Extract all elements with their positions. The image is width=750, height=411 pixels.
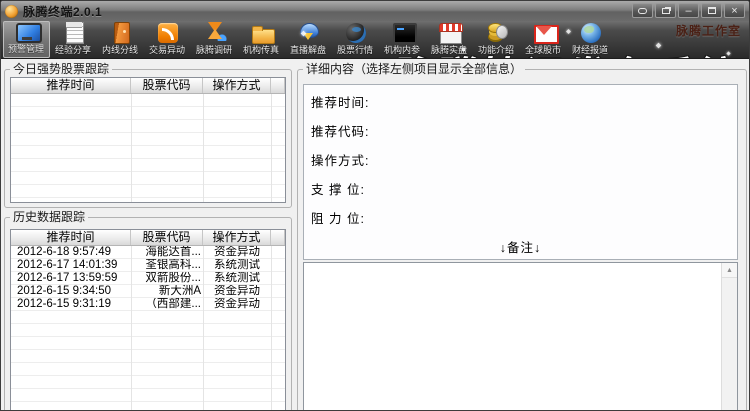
- note-scrollbar[interactable]: ▲: [721, 263, 737, 411]
- chat-button[interactable]: [632, 3, 653, 18]
- field-recommend-code: 推荐代码:: [304, 119, 737, 148]
- column-header-action[interactable]: 操作方式: [203, 230, 271, 245]
- sync-icon: [296, 21, 322, 41]
- watermark-text: 脉腾快讯发布系统: [387, 44, 731, 59]
- document-icon: [61, 21, 87, 41]
- rss-icon: [155, 21, 181, 41]
- table-row[interactable]: 2012-6-17 13:59:59 双箭股份... 系统测试: [11, 272, 285, 285]
- history-tracking-panel: 历史数据跟踪 推荐时间 股票代码 操作方式 2012-6-18 9:57:49 …: [4, 217, 292, 411]
- history-table: 推荐时间 股票代码 操作方式 2012-6-18 9:57:49 海能达首...…: [10, 229, 286, 411]
- table-row[interactable]: 2012-6-15 9:31:19 （西部建... 资金异动: [11, 298, 285, 311]
- app-logo-icon: [5, 5, 18, 18]
- maximize-button[interactable]: [701, 3, 722, 18]
- today-table-body: [11, 94, 285, 203]
- history-table-header: 推荐时间 股票代码 操作方式: [11, 230, 285, 246]
- note-textarea[interactable]: ▲: [303, 262, 738, 411]
- restore-button[interactable]: [655, 3, 676, 18]
- mail-icon: [531, 21, 557, 41]
- table-row[interactable]: 2012-6-17 14:01:39 荃银高科... 系统测试: [11, 259, 285, 272]
- book-icon: [108, 21, 134, 41]
- column-header-action[interactable]: 操作方式: [203, 78, 271, 93]
- field-operation-mode: 操作方式:: [304, 148, 737, 177]
- history-table-body: 2012-6-18 9:57:49 海能达首... 资金异动 2012-6-17…: [11, 246, 285, 411]
- hourglass-globe-icon: [202, 21, 228, 41]
- app-window: 脉腾终端2.0.1 – × 预警管理 经验分享 内线分线 交易异动 脉腾调: [0, 0, 750, 411]
- scrollbar-up-icon[interactable]: ▲: [722, 263, 737, 278]
- detail-fields-box: 推荐时间: 推荐代码: 操作方式: 支 撑 位: 阻 力 位: ↓备注↓: [303, 84, 738, 260]
- monitor-icon: [14, 22, 40, 40]
- window-title: 脉腾终端2.0.1: [23, 3, 102, 20]
- field-support-level: 支 撑 位:: [304, 177, 737, 206]
- field-recommend-time: 推荐时间:: [304, 90, 737, 119]
- today-tracking-panel: 今日强势股票跟踪 推荐时间 股票代码 操作方式: [4, 69, 292, 208]
- toolbar-item-alert-management[interactable]: 预警管理: [3, 21, 50, 58]
- toolbar-item-stock-quotes[interactable]: 股票行情: [332, 21, 379, 58]
- detail-panel: 详细内容（选择左侧项目显示全部信息） 推荐时间: 推荐代码: 操作方式: 支 撑…: [297, 69, 747, 411]
- column-header-code[interactable]: 股票代码: [131, 230, 203, 245]
- field-resistance-level: 阻 力 位:: [304, 206, 737, 235]
- maximize-icon: [708, 7, 716, 14]
- restore-icon: [662, 8, 670, 14]
- globe-icon: [578, 21, 604, 41]
- folder-icon: [249, 21, 275, 41]
- toolbar-item-live-commentary[interactable]: 直播解盘: [285, 21, 332, 58]
- table-row[interactable]: 2012-6-15 9:34:50 新大洲A 资金异动: [11, 285, 285, 298]
- column-header-filler: [271, 78, 285, 93]
- note-label: ↓备注↓: [304, 237, 737, 256]
- toolbar-item-trade-movement[interactable]: 交易异动: [144, 21, 191, 58]
- table-row[interactable]: 2012-6-18 9:57:49 海能达首... 资金异动: [11, 246, 285, 259]
- chat-bubble-icon: [638, 8, 647, 14]
- studio-label: 脉腾工作室: [676, 22, 741, 39]
- shop-icon: [437, 21, 463, 41]
- history-panel-title: 历史数据跟踪: [10, 210, 88, 224]
- today-panel-title: 今日强势股票跟踪: [10, 62, 112, 76]
- minimize-button[interactable]: –: [678, 3, 699, 18]
- toolbar-item-inside-line[interactable]: 内线分线: [97, 21, 144, 58]
- today-table-header: 推荐时间 股票代码 操作方式: [11, 78, 285, 94]
- column-header-time[interactable]: 推荐时间: [11, 230, 131, 245]
- column-header-code[interactable]: 股票代码: [131, 78, 203, 93]
- toolbar: 预警管理 经验分享 内线分线 交易异动 脉腾调研 机构传真 直播解盘 股票行情: [1, 21, 749, 59]
- toolbar-item-maiteng-research[interactable]: 脉腾调研: [191, 21, 238, 58]
- detail-panel-title: 详细内容（选择左侧项目显示全部信息）: [303, 62, 525, 76]
- coins-icon: [484, 21, 510, 41]
- titlebar[interactable]: 脉腾终端2.0.1 – ×: [1, 1, 749, 21]
- column-header-filler: [271, 230, 285, 245]
- close-button[interactable]: ×: [724, 3, 745, 18]
- terminal-icon: [390, 21, 416, 41]
- column-header-time[interactable]: 推荐时间: [11, 78, 131, 93]
- today-table: 推荐时间 股票代码 操作方式: [10, 77, 286, 203]
- toolbar-item-institution-fax[interactable]: 机构传真: [238, 21, 285, 58]
- toolbar-item-experience-share[interactable]: 经验分享: [50, 21, 97, 58]
- dark-globe-icon: [343, 21, 369, 41]
